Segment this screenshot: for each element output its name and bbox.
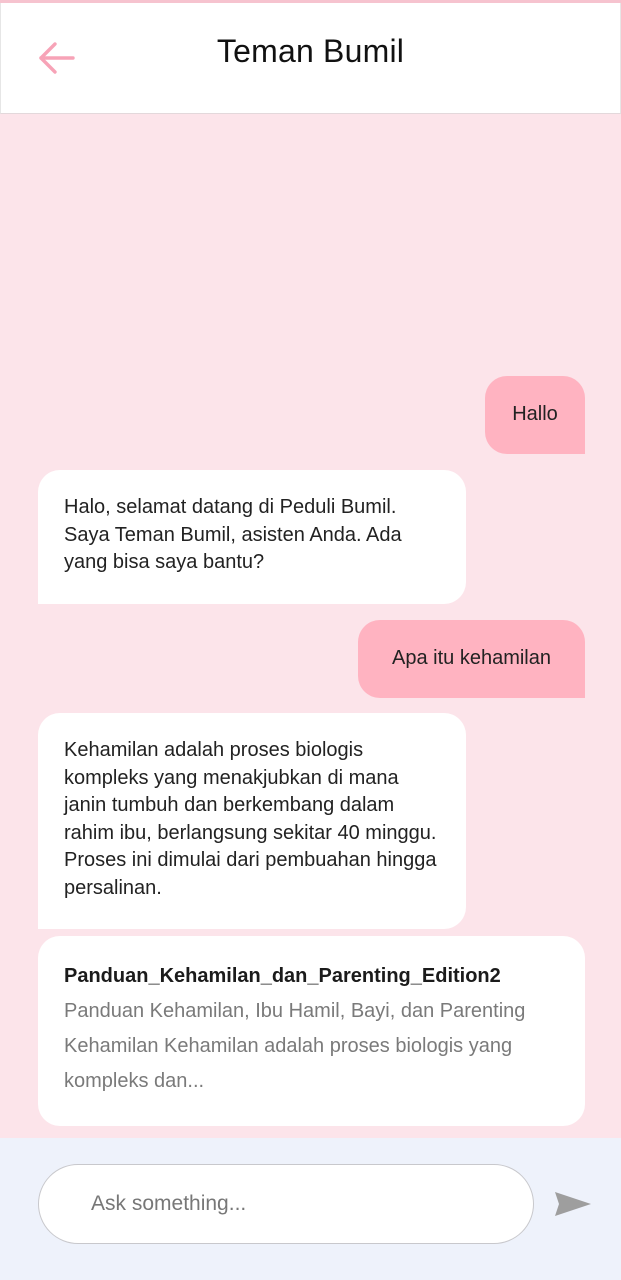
bot-message: Halo, selamat datang di Peduli Bumil. Sa… xyxy=(38,470,466,604)
source-snippet: Panduan Kehamilan, Ibu Hamil, Bayi, dan … xyxy=(64,1000,526,1092)
send-icon xyxy=(555,1192,591,1216)
user-message: Apa itu kehamilan xyxy=(358,620,585,698)
chat-screen: Teman Bumil Hallo Halo, selamat datang d… xyxy=(0,0,621,1280)
user-message: Hallo xyxy=(485,376,585,454)
message-list[interactable]: Hallo Halo, selamat datang di Peduli Bum… xyxy=(0,114,621,1138)
message-input[interactable] xyxy=(91,1165,511,1243)
message-input-container[interactable] xyxy=(38,1164,534,1244)
bot-message: Kehamilan adalah proses biologis komplek… xyxy=(38,713,466,929)
composer-bar xyxy=(0,1138,621,1280)
send-button[interactable] xyxy=(553,1184,593,1224)
page-title: Teman Bumil xyxy=(216,33,405,69)
app-bar: Teman Bumil xyxy=(0,3,621,114)
source-title: Panduan_Kehamilan_dan_Parenting_Edition2 xyxy=(64,965,501,987)
source-card[interactable]: Panduan_Kehamilan_dan_Parenting_Edition2… xyxy=(38,936,585,1126)
